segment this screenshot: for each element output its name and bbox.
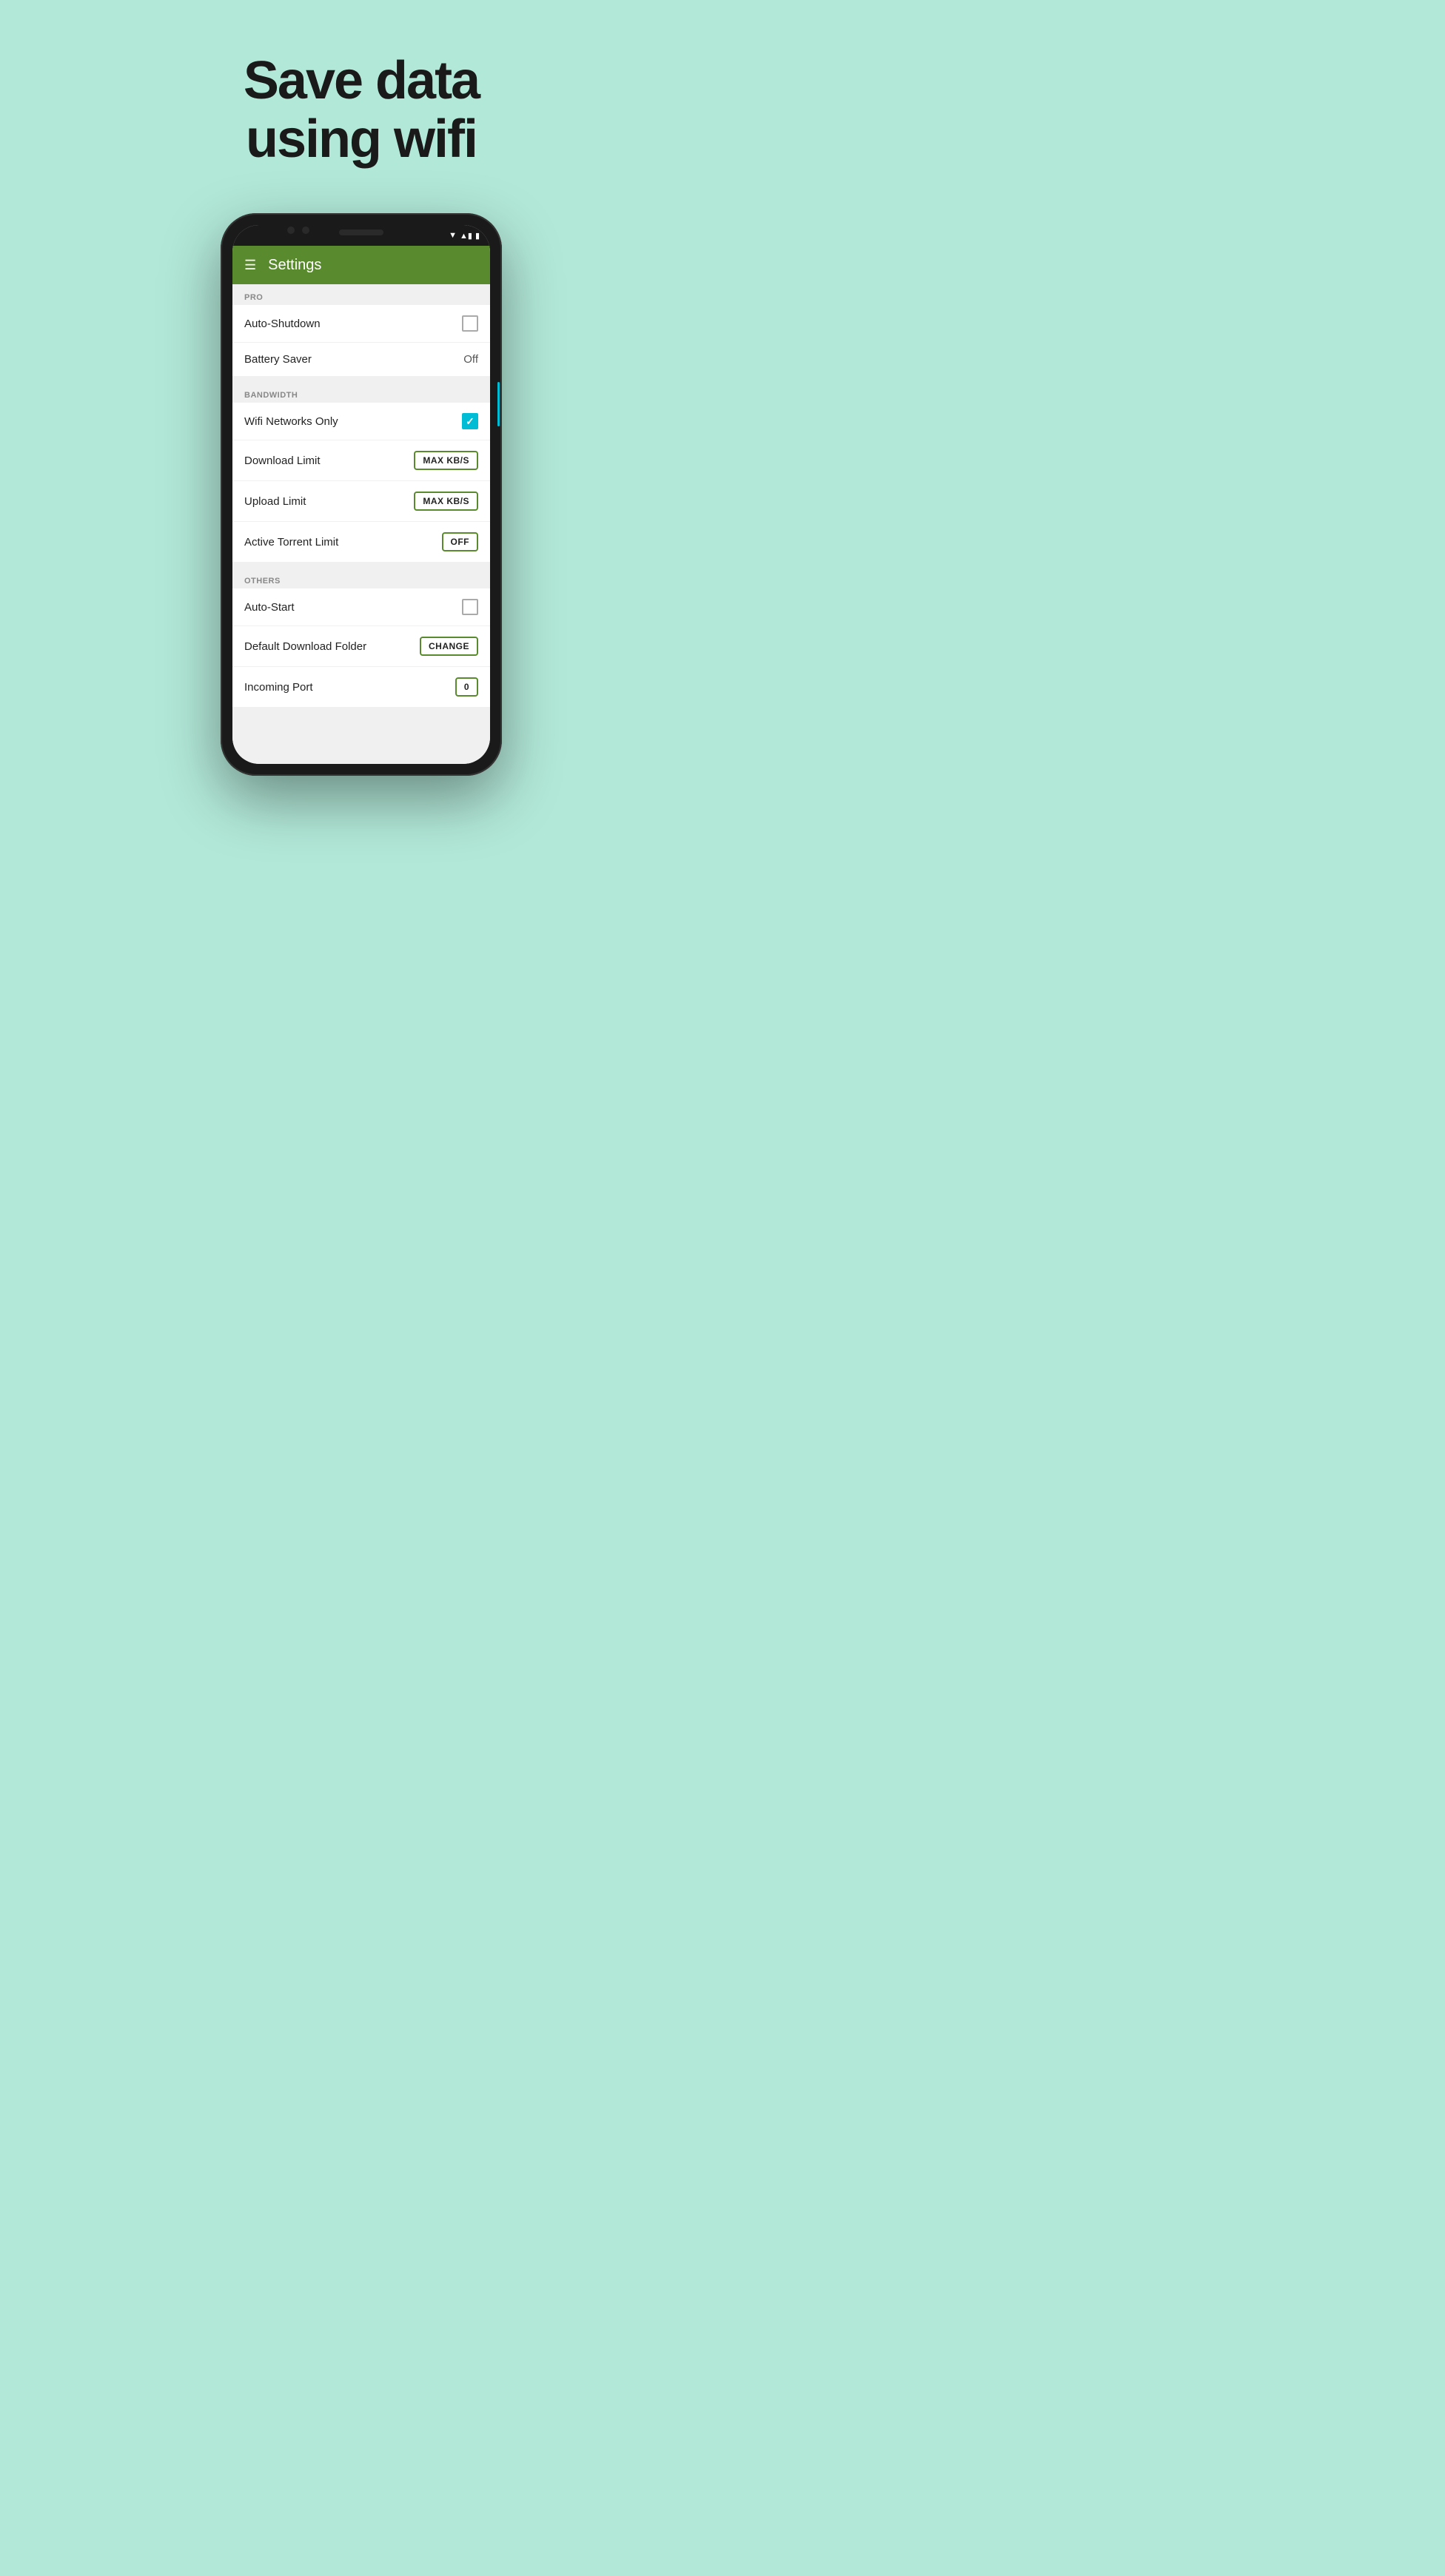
settings-content[interactable]: PRO Auto-Shutdown Battery Saver Off BAND…: [232, 284, 490, 764]
list-item[interactable]: Battery Saver Off: [232, 343, 490, 376]
toolbar-title: Settings: [268, 257, 321, 274]
checkbox-autoshutdown[interactable]: [462, 315, 478, 332]
section-header-bandwidth: BANDWIDTH: [232, 382, 490, 403]
list-item[interactable]: Upload Limit MAX KB/S: [232, 481, 490, 522]
item-label-download-folder: Default Download Folder: [244, 640, 366, 653]
list-item[interactable]: Default Download Folder CHANGE: [232, 626, 490, 667]
front-camera: [287, 227, 309, 234]
list-item[interactable]: Incoming Port 0: [232, 667, 490, 707]
incoming-port-button[interactable]: 0: [455, 677, 478, 697]
signal-icon: ▲▮: [460, 231, 472, 241]
hero-section: Save data using wifi: [244, 0, 479, 169]
status-bar: ▼ ▲▮ ▮: [232, 225, 490, 246]
item-label-incoming-port: Incoming Port: [244, 681, 313, 694]
item-label-battery-saver: Battery Saver: [244, 353, 312, 366]
app-toolbar: ☰ Settings: [232, 246, 490, 284]
section-header-others: OTHERS: [232, 568, 490, 588]
list-item[interactable]: Download Limit MAX KB/S: [232, 440, 490, 481]
hamburger-menu-icon[interactable]: ☰: [244, 258, 256, 272]
torrent-limit-button[interactable]: OFF: [442, 532, 479, 551]
checkbox-wifi-only[interactable]: [462, 413, 478, 429]
item-label-autostart: Auto-Start: [244, 601, 295, 614]
checkbox-autostart[interactable]: [462, 599, 478, 615]
status-icons: ▼ ▲▮ ▮: [449, 231, 480, 241]
item-label-autoshutdown: Auto-Shutdown: [244, 318, 321, 330]
item-label-download-limit: Download Limit: [244, 455, 321, 467]
settings-section-pro: Auto-Shutdown Battery Saver Off: [232, 305, 490, 376]
camera-dot-2: [302, 227, 309, 234]
phone-frame: ▼ ▲▮ ▮ ☰ Settings PRO Auto-Shutdown: [221, 213, 502, 776]
item-label-wifi-only: Wifi Networks Only: [244, 415, 338, 428]
hero-text: Save data using wifi: [244, 52, 479, 169]
settings-section-bandwidth: Wifi Networks Only Download Limit MAX KB…: [232, 403, 490, 562]
battery-icon: ▮: [475, 231, 480, 241]
item-label-torrent-limit: Active Torrent Limit: [244, 536, 338, 549]
settings-section-others: Auto-Start Default Download Folder CHANG…: [232, 588, 490, 707]
item-label-upload-limit: Upload Limit: [244, 495, 306, 508]
list-item[interactable]: Wifi Networks Only: [232, 403, 490, 440]
list-item[interactable]: Auto-Start: [232, 588, 490, 626]
list-item[interactable]: Active Torrent Limit OFF: [232, 522, 490, 562]
phone-speaker: [339, 229, 383, 235]
section-header-pro: PRO: [232, 284, 490, 305]
list-item[interactable]: Auto-Shutdown: [232, 305, 490, 343]
download-limit-button[interactable]: MAX KB/S: [414, 451, 478, 470]
item-value-battery-saver: Off: [463, 353, 478, 366]
download-folder-button[interactable]: CHANGE: [420, 637, 478, 656]
phone-mockup: ▼ ▲▮ ▮ ☰ Settings PRO Auto-Shutdown: [221, 213, 502, 776]
wifi-icon: ▼: [449, 231, 457, 240]
phone-screen: ▼ ▲▮ ▮ ☰ Settings PRO Auto-Shutdown: [232, 225, 490, 764]
camera-dot-1: [287, 227, 295, 234]
upload-limit-button[interactable]: MAX KB/S: [414, 492, 478, 511]
